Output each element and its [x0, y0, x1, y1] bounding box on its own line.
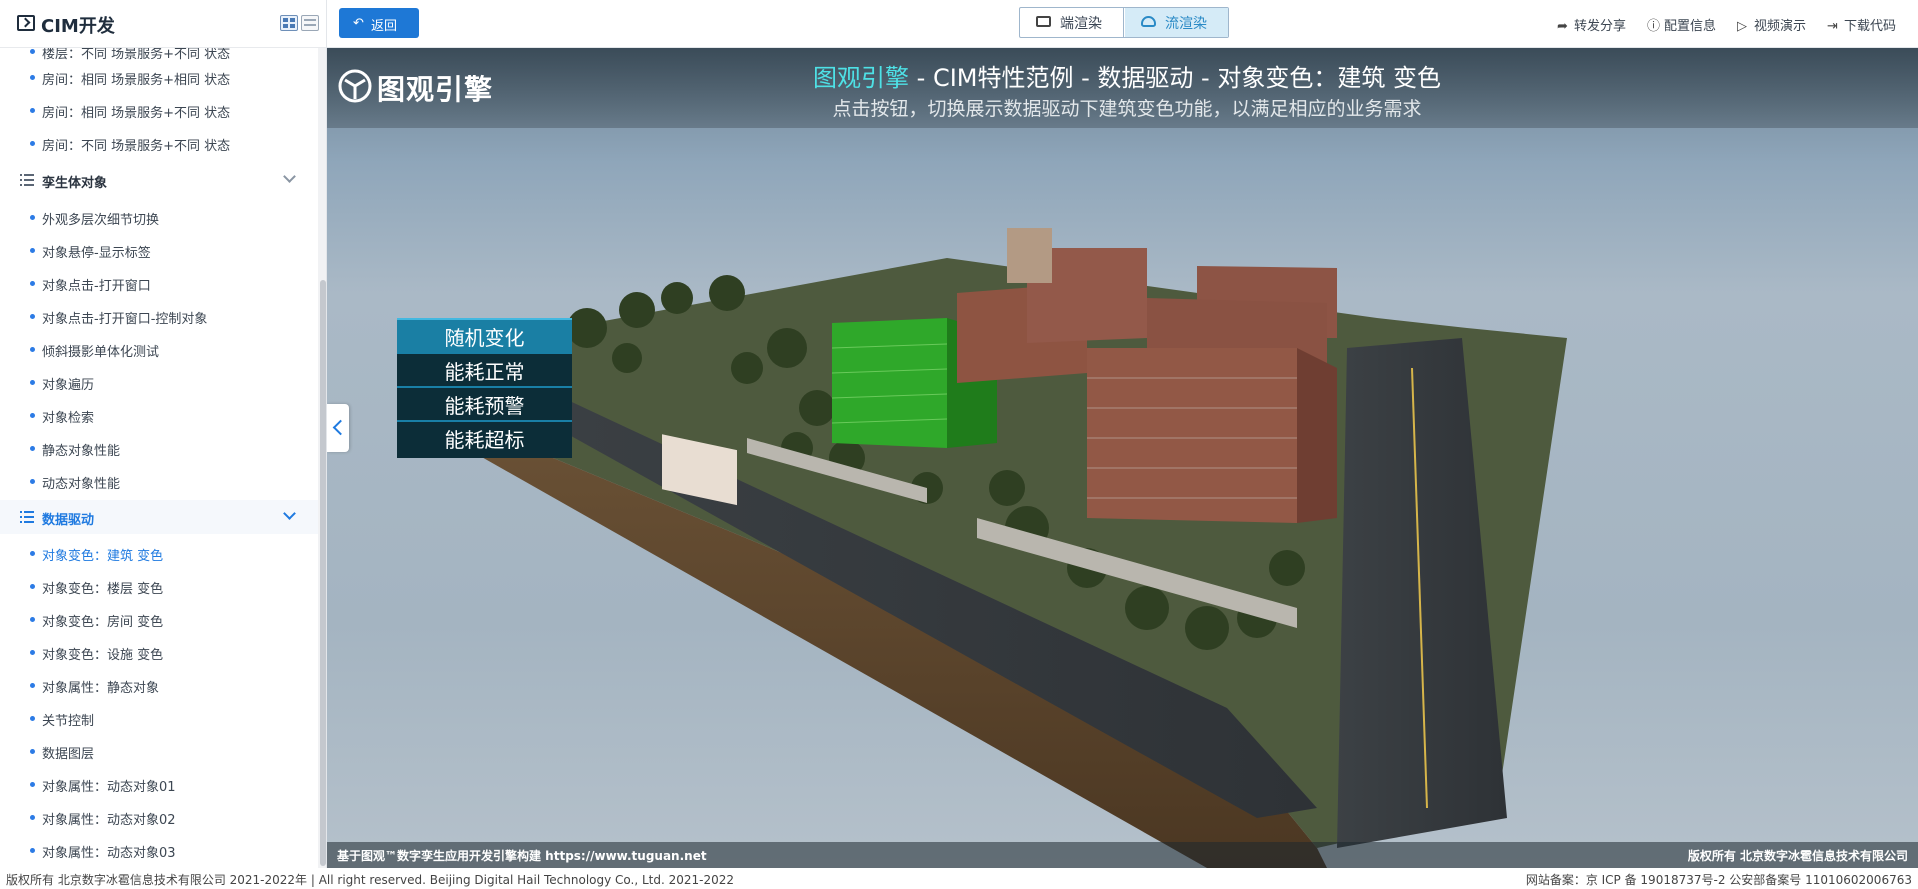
scene-viewport[interactable]: 图观引擎 图观引擎 - CIM特性范例 - 数据驱动 - 对象变色：建筑 变色 …	[327, 48, 1918, 868]
share-link[interactable]: ➦ 转发分享	[1557, 15, 1626, 34]
menu-item[interactable]: 对象变色：楼层 变色	[0, 570, 318, 603]
menu-item[interactable]: 外观多层次细节切换	[0, 201, 318, 234]
cloud-icon	[1141, 16, 1156, 27]
bullet-icon	[30, 446, 35, 451]
menu-item[interactable]: 对象变色：房间 变色	[0, 603, 318, 636]
bullet-icon	[30, 413, 35, 418]
list-icon	[20, 511, 34, 523]
bullet-icon	[30, 479, 35, 484]
menu-item[interactable]: 数据图层	[0, 735, 318, 768]
bullet-icon	[30, 281, 35, 286]
terminal-icon	[17, 15, 35, 31]
menu-item[interactable]: 对象属性：动态对象02	[0, 801, 318, 834]
menu-item[interactable]: 房间：不同 场景服务+不同 状态	[0, 127, 318, 160]
menu-item[interactable]: 对象悬停-显示标签	[0, 234, 318, 267]
config-link[interactable]: ⓘ 配置信息	[1647, 15, 1716, 34]
menu-item[interactable]: 静态对象性能	[0, 432, 318, 465]
monitor-icon	[1036, 16, 1051, 27]
bullet-icon	[30, 215, 35, 220]
back-button[interactable]: ↶ 返回	[339, 8, 419, 38]
bullet-icon	[30, 815, 35, 820]
scene-title: 图观引擎 - CIM特性范例 - 数据驱动 - 对象变色：建筑 变色	[813, 64, 1441, 92]
share-icon: ➦	[1557, 19, 1568, 34]
sidebar-title: CIM开发	[41, 16, 115, 37]
menu-item[interactable]: 倾斜摄影单体化测试	[0, 333, 318, 366]
bullet-icon	[30, 314, 35, 319]
bullet-icon	[30, 650, 35, 655]
menu-item[interactable]: 房间：相同 场景服务+不同 状态	[0, 94, 318, 127]
sidebar-scrollbar[interactable]	[318, 48, 326, 868]
tuguan-logo-icon	[338, 69, 372, 103]
menu-item[interactable]: 对象属性：动态对象01	[0, 768, 318, 801]
energy-exceed-button[interactable]: 能耗超标	[397, 420, 572, 458]
top-toolbar: ↶ 返回 端渲染 流渲染 ➦ 转发分享 ⓘ 配置信息 ▷ 视频演示 ⇥ 下载代码	[327, 0, 1918, 48]
scrollbar-thumb[interactable]	[320, 280, 326, 866]
page-footer: 版权所有 北京数字冰雹信息技术有限公司 2021-2022年 | All rig…	[0, 868, 1918, 889]
sidebar: CIM开发 楼层：不同 场景服务+不同 状态 房间：相同 场景服务+相同 状态 …	[0, 0, 327, 868]
scene-copyright: 版权所有 北京数字冰雹信息技术有限公司	[1687, 849, 1908, 863]
energy-warning-button[interactable]: 能耗预警	[397, 386, 572, 424]
chevron-down-icon	[283, 170, 296, 183]
render-mode-switch: 端渲染 流渲染	[1019, 7, 1229, 38]
bullet-icon	[30, 49, 35, 54]
info-icon: ⓘ	[1647, 19, 1661, 34]
video-demo-link[interactable]: ▷ 视频演示	[1737, 15, 1806, 34]
menu-item[interactable]: 关节控制	[0, 702, 318, 735]
random-change-button[interactable]: 随机变化	[397, 318, 572, 356]
menu-item[interactable]: 对象点击-打开窗口-控制对象	[0, 300, 318, 333]
bullet-icon	[30, 75, 35, 80]
menu-item[interactable]: 对象属性：动态对象03	[0, 834, 318, 867]
export-icon: ⇥	[1827, 19, 1838, 34]
sidebar-collapse-button[interactable]	[327, 404, 349, 452]
menu-group-twin-objects[interactable]: 孪生体对象	[0, 163, 318, 197]
menu-item[interactable]: 对象点击-打开窗口	[0, 267, 318, 300]
menu-item[interactable]: 对象属性：静态对象	[0, 669, 318, 702]
bullet-icon	[30, 380, 35, 385]
city-scene[interactable]	[327, 48, 1918, 868]
menu-item[interactable]: 对象变色：设施 变色	[0, 636, 318, 669]
menu-item[interactable]: 对象检索	[0, 399, 318, 432]
list-icon	[20, 174, 34, 186]
chevron-down-icon	[283, 507, 296, 520]
icp-record-text: 网站备案：京 ICP 备 19018737号-2 公安部备案号 11010602…	[1525, 873, 1912, 887]
bullet-icon	[30, 749, 35, 754]
download-code-link[interactable]: ⇥ 下载代码	[1827, 15, 1896, 34]
energy-normal-button[interactable]: 能耗正常	[397, 352, 572, 390]
menu-item-active[interactable]: 对象变色：建筑 变色	[0, 537, 318, 570]
engine-credit: 基于图观™数字孪生应用开发引擎构建 https://www.tuguan.net	[337, 849, 707, 863]
bullet-icon	[30, 584, 35, 589]
stream-render-tab[interactable]: 流渲染	[1125, 8, 1228, 37]
bullet-icon	[30, 782, 35, 787]
bullet-icon	[30, 617, 35, 622]
sidebar-header: CIM开发	[0, 0, 326, 48]
brand-name: 图观引擎	[377, 73, 494, 106]
back-arrow-icon: ↶	[353, 16, 364, 31]
scene-title-band: 图观引擎 图观引擎 - CIM特性范例 - 数据驱动 - 对象变色：建筑 变色 …	[327, 48, 1918, 128]
scene-footer: 基于图观™数字孪生应用开发引擎构建 https://www.tuguan.net…	[327, 842, 1918, 868]
bullet-icon	[30, 347, 35, 352]
menu-tree: 楼层：不同 场景服务+不同 状态 房间：相同 场景服务+相同 状态 房间：相同 …	[0, 48, 318, 868]
grid-view-icon[interactable]	[280, 15, 298, 31]
bullet-icon	[30, 108, 35, 113]
menu-item[interactable]: 动态对象性能	[0, 465, 318, 498]
menu-group-data-driven[interactable]: 数据驱动	[0, 500, 318, 534]
play-icon: ▷	[1737, 19, 1747, 34]
client-render-tab[interactable]: 端渲染	[1020, 8, 1124, 37]
bullet-icon	[30, 716, 35, 721]
menu-item[interactable]: 房间：相同 场景服务+相同 状态	[0, 61, 318, 94]
bullet-icon	[30, 248, 35, 253]
bullet-icon	[30, 141, 35, 146]
bullet-icon	[30, 551, 35, 556]
list-view-icon[interactable]	[301, 15, 319, 31]
menu-item[interactable]: 对象遍历	[0, 366, 318, 399]
copyright-text: 版权所有 北京数字冰雹信息技术有限公司 2021-2022年 | All rig…	[6, 873, 735, 887]
bullet-icon	[30, 683, 35, 688]
scene-subtitle: 点击按钮，切换展示数据驱动下建筑变色功能，以满足相应的业务需求	[832, 98, 1422, 120]
bullet-icon	[30, 848, 35, 853]
